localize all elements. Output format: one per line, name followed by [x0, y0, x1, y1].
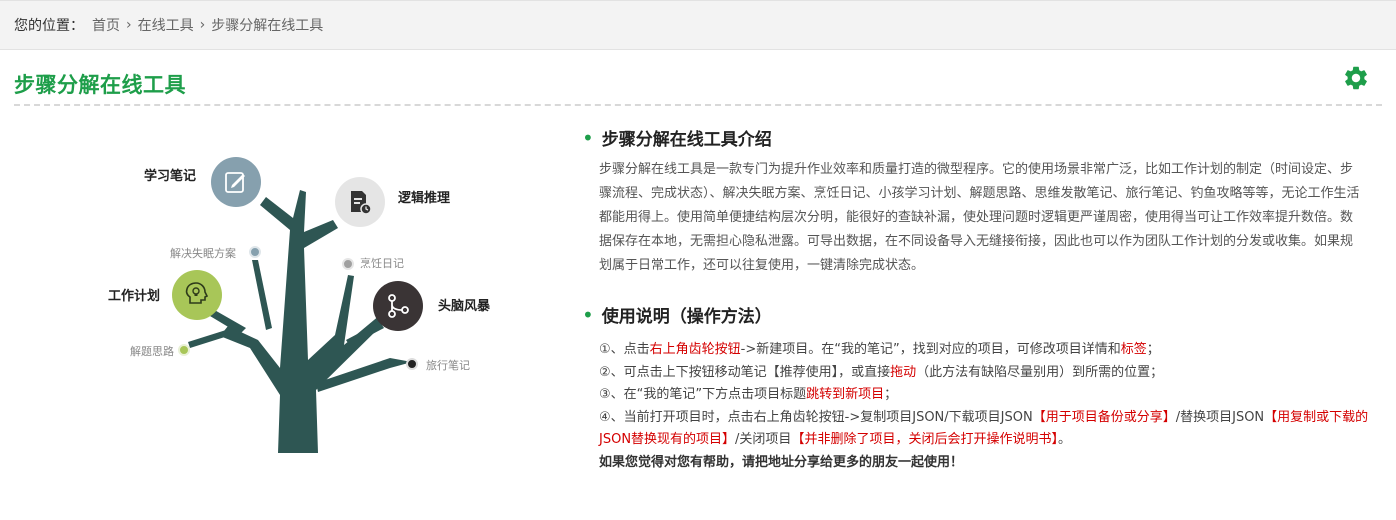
intro-heading: • 步骤分解在线工具介绍 [582, 125, 1362, 151]
tree-illustration: 学习笔记 逻辑推理 工作计划 头脑风暴 解决失眠方案 烹饪日记 解题思路 旅行笔… [90, 140, 530, 470]
usage-item-2: ②、可点击上下按钮移动笔记【推荐使用】，或直接拖动（此方法有缺陷尽量别用）到所需… [599, 362, 1372, 385]
branch-label-brainstorm: 头脑风暴 [438, 299, 491, 314]
leaf-label-travel: 旅行笔记 [426, 359, 470, 372]
leaf-label-problem: 解题思路 [130, 345, 174, 358]
usage-item-4-text: /替换项目JSON [1175, 409, 1265, 425]
leaf-label-insomnia: 解决失眠方案 [170, 247, 236, 260]
breadcrumb-home-link[interactable]: 首页 [92, 15, 120, 35]
usage-item-2-highlight: 拖动 [890, 364, 917, 380]
share-note: 如果您觉得对您有帮助，请把地址分享给更多的朋友一起使用！ [599, 454, 964, 470]
logic-node [335, 177, 385, 227]
usage-list: ①、点击右上角齿轮按钮->新建项目。在“我的笔记”，找到对应的项目，可修改项目详… [599, 339, 1372, 474]
breadcrumb-current: 步骤分解在线工具 [211, 18, 324, 34]
usage-item-4-highlight: 【并非删除了项目，关闭后会打开操作说明书】 [791, 432, 1058, 447]
branch-label-logic: 逻辑推理 [398, 191, 451, 206]
brainstorm-node [373, 281, 423, 331]
usage-item-1-text: ->新建项目。在“我的笔记”，找到对应的项目，可修改项目详情和 [740, 342, 1121, 357]
usage-item-1-highlight: 标签 [1120, 342, 1147, 357]
intro-paragraph: 步骤分解在线工具是一款专门为提升作业效率和质量打造的微型程序。它的使用场景非常广… [599, 162, 1360, 273]
chevron-right-icon: › [126, 17, 132, 33]
usage-item-3-highlight: 跳转到新项目 [806, 387, 885, 402]
usage-item-2-text: ②、可点击上下按钮移动笔记【推荐使用】，或直接 [599, 364, 891, 380]
bullet-dot-icon: • [582, 125, 594, 150]
usage-title: 使用说明（操作方法） [601, 307, 772, 327]
breadcrumb-prefix: 您的位置： [14, 18, 84, 34]
page-title: 步骤分解在线工具 [14, 73, 186, 97]
study-notes-node [211, 157, 261, 207]
usage-item-4: ④、当前打开项目时，点击右上角齿轮按钮->复制项目JSON/下载项目JSON【用… [599, 407, 1372, 452]
usage-item-4-text: /关闭项目 [735, 432, 792, 447]
usage-item-1-highlight: 右上角齿轮按钮 [649, 342, 741, 357]
usage-item-3: ③、在“我的笔记”下方点击项目标题跳转到新项目； [599, 384, 1372, 407]
gear-icon[interactable] [1342, 64, 1370, 92]
title-row: 步骤分解在线工具 [14, 56, 1382, 106]
usage-item-3-text: ③、在“我的笔记”下方点击项目标题 [599, 387, 807, 402]
intro-title: 步骤分解在线工具介绍 [601, 130, 772, 150]
usage-section: • 使用说明（操作方法） ①、点击右上角齿轮按钮->新建项目。在“我的笔记”，找… [582, 302, 1372, 474]
branch-label-work: 工作计划 [108, 289, 161, 304]
usage-item-4-text: 。 [1057, 432, 1071, 447]
usage-item-4-text: ④、当前打开项目时，点击右上角齿轮按钮->复制项目JSON/下载项目JSON [599, 409, 1033, 425]
usage-item-1-text: ①、点击 [599, 342, 650, 357]
usage-item-4-highlight: 【用于项目备份或分享】 [1032, 409, 1176, 425]
usage-item-2-text: （此方法有缺陷尽量别用）到所需的位置； [916, 364, 1164, 380]
chevron-right-icon: › [199, 17, 206, 33]
leaf-label-cooking: 烹饪日记 [360, 257, 404, 270]
usage-item-1: ①、点击右上角齿轮按钮->新建项目。在“我的笔记”，找到对应的项目，可修改项目详… [599, 339, 1372, 362]
breadcrumb: 您的位置： 首页 › 在线工具 › 步骤分解在线工具 [0, 0, 1396, 50]
breadcrumb-tools-link[interactable]: 在线工具 [138, 15, 194, 35]
usage-heading: • 使用说明（操作方法） [582, 302, 1372, 328]
work-plan-node [172, 270, 222, 320]
usage-item-3-text: ； [884, 387, 898, 402]
bullet-dot-icon: • [582, 302, 594, 327]
usage-item-1-text: ； [1146, 342, 1160, 357]
intro-section: • 步骤分解在线工具介绍 步骤分解在线工具是一款专门为提升作业效率和质量打造的微… [582, 125, 1362, 278]
branch-label-study: 学习笔记 [144, 169, 197, 184]
